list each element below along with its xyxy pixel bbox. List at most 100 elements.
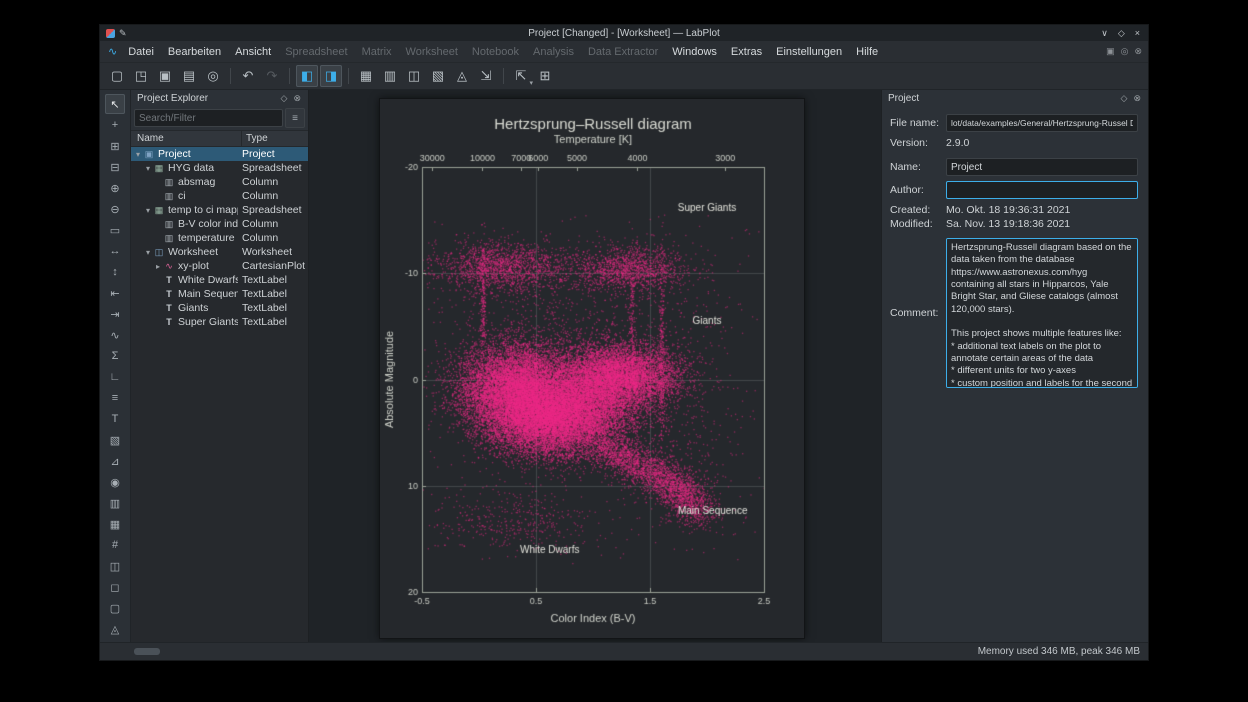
- export-button[interactable]: ⇱▾: [510, 65, 532, 87]
- zoom-select-tool[interactable]: ⊞: [105, 136, 125, 156]
- menu-einstellungen[interactable]: Einstellungen: [769, 42, 849, 62]
- zoom-fit-width-tool[interactable]: ▢: [105, 598, 125, 618]
- menu-bearbeiten[interactable]: Bearbeiten: [161, 42, 228, 62]
- tree-row-worksheet[interactable]: ▾◫WorksheetWorksheet: [131, 245, 308, 259]
- zoom-out-tool[interactable]: ⊖: [105, 199, 125, 219]
- shift-left-x-tool[interactable]: ⇤: [105, 283, 125, 303]
- chevron-down-icon[interactable]: ▾: [133, 150, 143, 159]
- maximize-button[interactable]: ◇: [1118, 28, 1125, 39]
- file-name-input[interactable]: [946, 114, 1138, 132]
- menu-extras[interactable]: Extras: [724, 42, 769, 62]
- explorer-float-icon[interactable]: ◇: [278, 93, 291, 104]
- menubar-corner-icon-1[interactable]: ▣: [1106, 46, 1115, 57]
- crosshair-mode-tool[interactable]: +: [105, 115, 125, 135]
- tree-row-temperature[interactable]: ▥temperatureColumn: [131, 231, 308, 245]
- hr-chart-canvas[interactable]: [380, 99, 802, 636]
- auto-scale-tool[interactable]: ▭: [105, 220, 125, 240]
- explorer-close-icon[interactable]: ⊗: [290, 93, 304, 104]
- tree-row-xy-plot[interactable]: ▸∿xy-plotCartesianPlot: [131, 259, 308, 273]
- add-curve-tool[interactable]: ∿: [105, 325, 125, 345]
- tree-row-super-giants[interactable]: TSuper GiantsTextLabel: [131, 315, 308, 329]
- explorer-dock-title: Project Explorer: [135, 93, 278, 104]
- add-equation-curve-tool[interactable]: Σ: [105, 346, 125, 366]
- zoom-fit-page-tool[interactable]: ◻: [105, 577, 125, 597]
- tree-row-absmag[interactable]: ▥absmagColumn: [131, 175, 308, 189]
- tree-item-name-cell: ▾▦temp to ci mapping: [131, 204, 238, 216]
- explorer-dock-header: Project Explorer ◇ ⊗: [131, 90, 308, 106]
- add-text-label-tool[interactable]: T: [105, 409, 125, 429]
- properties-close-icon[interactable]: ⊗: [1130, 93, 1144, 104]
- tree-row-main-sequence[interactable]: TMain SequenceTextLabel: [131, 287, 308, 301]
- redo-button[interactable]: ↷: [261, 65, 283, 87]
- undo-button[interactable]: ↶: [237, 65, 259, 87]
- new-folder-button[interactable]: ⊞: [534, 65, 556, 87]
- zoom-x-select-tool[interactable]: ⊟: [105, 157, 125, 177]
- zoom-fit-height-tool[interactable]: ◬: [105, 619, 125, 639]
- chevron-right-icon[interactable]: ▸: [153, 262, 163, 271]
- add-legend-tool[interactable]: ≡: [105, 388, 125, 408]
- auto-scale-x-tool[interactable]: ↔: [105, 241, 125, 261]
- comment-textarea[interactable]: Hertzsprung-Russell diagram based on the…: [946, 238, 1138, 388]
- properties-dock-title: Project: [886, 93, 1118, 104]
- menu-windows[interactable]: Windows: [665, 42, 724, 62]
- select-mode-tool[interactable]: ↖: [105, 94, 125, 114]
- toggle-properties-explorer-button[interactable]: ◨: [320, 65, 342, 87]
- tree-row-hyg-data[interactable]: ▾▦HYG dataSpreadsheet: [131, 161, 308, 175]
- new-datapicker-button[interactable]: ◬: [451, 65, 473, 87]
- new-matrix-button[interactable]: ▥: [379, 65, 401, 87]
- worksheet-page[interactable]: [379, 98, 805, 639]
- new-spreadsheet-button[interactable]: ▦: [355, 65, 377, 87]
- tree-item-type: TextLabel: [238, 316, 308, 328]
- horizontal-layout-tool[interactable]: ▦: [105, 514, 125, 534]
- add-info-element-tool[interactable]: ◉: [105, 472, 125, 492]
- grid-layout-tool[interactable]: #: [105, 535, 125, 555]
- menu-datei[interactable]: Datei: [121, 42, 161, 62]
- import-button[interactable]: ⇲: [475, 65, 497, 87]
- add-plot-tool[interactable]: ⊿: [105, 451, 125, 471]
- tree-row-project[interactable]: ▾▣ProjectProject: [131, 147, 308, 161]
- search-input[interactable]: [134, 109, 283, 127]
- scrollbar-thumb[interactable]: [134, 648, 160, 655]
- menu-hilfe[interactable]: Hilfe: [849, 42, 885, 62]
- toggle-project-explorer-button[interactable]: ◧: [296, 65, 318, 87]
- save-project-button[interactable]: ▣: [154, 65, 176, 87]
- zoom-in-tool[interactable]: ⊕: [105, 178, 125, 198]
- new-project-button[interactable]: ▢: [106, 65, 128, 87]
- vertical-layout-tool[interactable]: ▥: [105, 493, 125, 513]
- print-preview-button[interactable]: ◎: [202, 65, 224, 87]
- tree-row-ci[interactable]: ▥ciColumn: [131, 189, 308, 203]
- menu-ansicht[interactable]: Ansicht: [228, 42, 278, 62]
- print-button[interactable]: ▤: [178, 65, 200, 87]
- close-button[interactable]: ×: [1135, 28, 1140, 39]
- open-project-button[interactable]: ◳: [130, 65, 152, 87]
- menubar-corner-icon-3[interactable]: ⊗: [1134, 46, 1142, 57]
- tree-row-temp-to-ci-mapping[interactable]: ▾▦temp to ci mappingSpreadsheet: [131, 203, 308, 217]
- auto-scale-y-tool[interactable]: ↕: [105, 262, 125, 282]
- break-layout-tool[interactable]: ◫: [105, 556, 125, 576]
- column-header-type[interactable]: Type: [242, 133, 308, 144]
- properties-dock-header: Project ◇ ⊗: [882, 90, 1148, 106]
- author-input[interactable]: [946, 181, 1138, 199]
- add-image-tool[interactable]: ▧: [105, 430, 125, 450]
- minimize-button[interactable]: ∨: [1101, 28, 1108, 39]
- tree-item-type: Project: [238, 148, 308, 160]
- properties-float-icon[interactable]: ◇: [1118, 93, 1131, 104]
- chevron-down-icon[interactable]: ▾: [143, 248, 153, 257]
- tree-item-label: absmag: [178, 176, 215, 188]
- shift-right-x-tool[interactable]: ⇥: [105, 304, 125, 324]
- worksheet-view[interactable]: [309, 90, 881, 642]
- tree-row-white-dwarfs[interactable]: TWhite DwarfsTextLabel: [131, 273, 308, 287]
- explorer-hscrollbar[interactable]: [134, 648, 274, 655]
- chevron-down-icon[interactable]: ▾: [143, 206, 153, 215]
- titlebar[interactable]: ✎ Project [Changed] - [Worksheet] — LabP…: [100, 25, 1148, 41]
- chevron-down-icon[interactable]: ▾: [143, 164, 153, 173]
- add-axis-tool[interactable]: ∟: [105, 367, 125, 387]
- tree-row-b-v-color-index[interactable]: ▥B-V color indexColumn: [131, 217, 308, 231]
- menubar-corner-icon-2[interactable]: ◎: [1121, 46, 1129, 57]
- filter-options-button[interactable]: ≡: [285, 108, 305, 128]
- new-worksheet-button[interactable]: ◫: [403, 65, 425, 87]
- new-notebook-button[interactable]: ▧: [427, 65, 449, 87]
- name-input[interactable]: [946, 158, 1138, 176]
- column-header-name[interactable]: Name: [131, 131, 242, 146]
- tree-row-giants[interactable]: TGiantsTextLabel: [131, 301, 308, 315]
